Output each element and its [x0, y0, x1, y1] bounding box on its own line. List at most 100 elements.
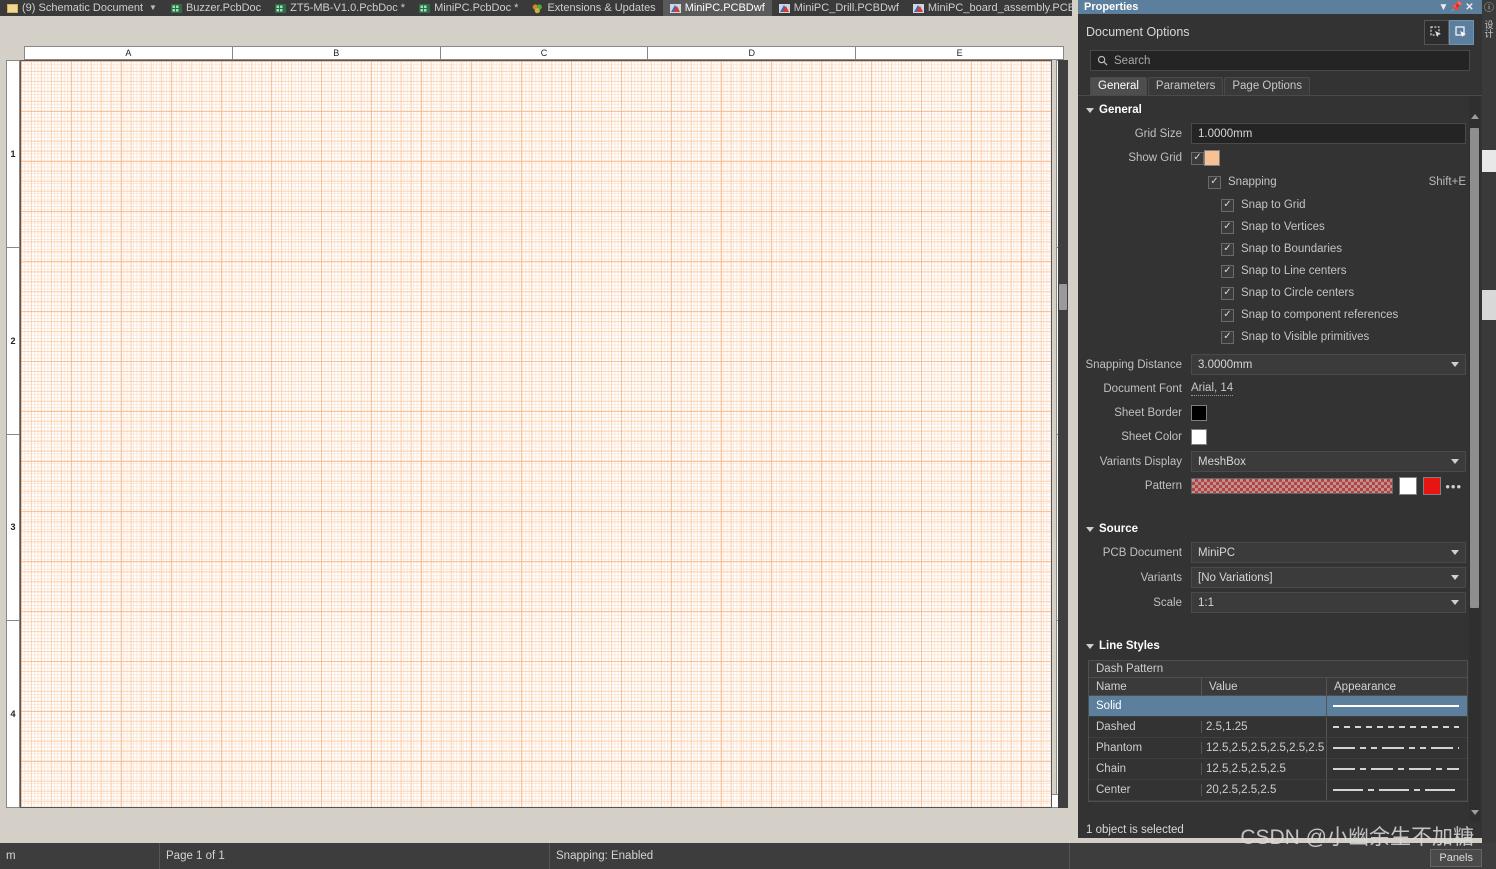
line-style-row[interactable]: Chain12.5,2.5,2.5,2.5 — [1089, 759, 1467, 780]
section-header-line-styles[interactable]: Line Styles — [1078, 632, 1478, 658]
document-tab-label: MiniPC_Drill.PCBDwf — [794, 0, 899, 16]
line-style-row[interactable]: Center20,2.5,2.5,2.5 — [1089, 780, 1467, 801]
pattern-color-2-swatch[interactable] — [1423, 477, 1441, 495]
snap-option-checkbox[interactable]: ✓ — [1221, 243, 1234, 256]
source-row-label: Variants — [1078, 572, 1191, 584]
scroll-down-arrow-icon[interactable] — [1471, 810, 1479, 815]
document-tab-bar[interactable]: (9) Schematic Document▼Buzzer.PcbDoc ZT5-… — [0, 0, 1072, 16]
document-tab-7[interactable]: MiniPC_board_assembly.PCBDwf — [906, 0, 1072, 16]
snap-option-checkbox[interactable]: ✓ — [1221, 309, 1234, 322]
snap-option-checkbox[interactable]: ✓ — [1221, 331, 1234, 344]
document-tab-1[interactable]: Buzzer.PcbDoc — [164, 0, 268, 16]
snap-option-label: Snap to component references — [1241, 309, 1398, 321]
document-font-value[interactable]: Arial, 14 — [1191, 382, 1233, 396]
select-document-button[interactable] — [1449, 20, 1474, 45]
cursor-doc-icon — [1455, 26, 1468, 39]
properties-tab-general[interactable]: General — [1090, 77, 1147, 95]
section-header-source[interactable]: Source — [1078, 515, 1478, 541]
ruler-top-tick: E — [856, 47, 1063, 59]
line-style-row[interactable]: Solid — [1089, 696, 1467, 717]
document-tab-4[interactable]: Extensions & Updates — [525, 0, 662, 16]
properties-tab-page-options[interactable]: Page Options — [1224, 77, 1310, 95]
search-input[interactable] — [1114, 55, 1463, 67]
line-style-row[interactable]: Phantom12.5,2.5,2.5,2.5,2.5,2.5 — [1089, 738, 1467, 759]
line-style-row[interactable]: Dashed2.5,1.25 — [1089, 717, 1467, 738]
source-row-dropdown[interactable]: 1:1 — [1191, 592, 1466, 613]
extensions-icon — [532, 3, 543, 14]
document-tab-3[interactable]: MiniPC.PcbDoc * — [412, 0, 525, 16]
section-title: Source — [1099, 523, 1138, 535]
snap-option-checkbox[interactable]: ✓ — [1221, 265, 1234, 278]
properties-vertical-scrollbar[interactable] — [1469, 96, 1480, 821]
document-tab-2[interactable]: ZT5-MB-V1.0.PcbDoc * — [268, 0, 412, 16]
grid-size-row: Grid Size 1.0000mm — [1078, 122, 1478, 145]
document-tab-label: ZT5-MB-V1.0.PcbDoc * — [290, 0, 405, 16]
line-style-appearance — [1326, 738, 1467, 758]
properties-tab-strip[interactable]: GeneralParametersPage Options — [1078, 78, 1482, 96]
collapse-triangle-icon — [1086, 527, 1094, 532]
snap-option-row: ✓ Snap to Grid — [1078, 195, 1478, 215]
sheet-border-label: Sheet Border — [1078, 407, 1191, 419]
right-edge-panel-strip[interactable]: ⓘ 设计 — [1482, 0, 1496, 869]
snapping-distance-row: Snapping Distance 3.0000mm — [1078, 353, 1478, 376]
source-row-label: Scale — [1078, 597, 1191, 609]
line-style-appearance — [1326, 780, 1467, 800]
edge-strip-highlight — [1482, 150, 1496, 172]
document-tab-0[interactable]: (9) Schematic Document▼ — [0, 0, 164, 16]
properties-scroll-thumb[interactable] — [1470, 128, 1479, 608]
chevron-down-icon[interactable]: ▼ — [1437, 2, 1450, 13]
drawing-sheet[interactable] — [20, 60, 1052, 808]
pin-icon[interactable]: 📌 — [1450, 2, 1463, 13]
panels-button[interactable]: Panels — [1430, 849, 1482, 867]
document-font-row: Document Font Arial, 14 — [1078, 378, 1478, 400]
snap-option-checkbox[interactable]: ✓ — [1221, 221, 1234, 234]
canvas-scroll-thumb[interactable] — [1059, 284, 1067, 310]
properties-tab-parameters[interactable]: Parameters — [1148, 77, 1223, 95]
section-title: Line Styles — [1099, 640, 1160, 652]
line-style-preview — [1333, 703, 1459, 709]
snapping-distance-dropdown[interactable]: 3.0000mm — [1191, 354, 1466, 375]
snap-option-label: Snap to Grid — [1241, 199, 1306, 211]
column-header-appearance: Appearance — [1326, 678, 1467, 695]
snapping-checkbox[interactable]: ✓ — [1208, 176, 1221, 189]
section-title: General — [1099, 104, 1142, 116]
grid-size-label: Grid Size — [1078, 128, 1191, 140]
pcb-icon — [275, 3, 286, 14]
sheet-border-color-swatch[interactable] — [1191, 405, 1207, 421]
grid-size-input[interactable]: 1.0000mm — [1191, 123, 1466, 144]
line-style-name: Center — [1089, 784, 1201, 796]
source-row-dropdown[interactable]: [No Variations] — [1191, 567, 1466, 588]
variants-display-dropdown[interactable]: MeshBox — [1191, 451, 1466, 472]
search-box[interactable] — [1090, 50, 1470, 71]
line-style-name: Chain — [1089, 763, 1201, 775]
canvas-vertical-scrollbar[interactable] — [1058, 60, 1068, 808]
document-tab-6[interactable]: MiniPC_Drill.PCBDwf — [772, 0, 906, 16]
source-rows: PCB DocumentMiniPCVariants[No Variations… — [1078, 541, 1478, 614]
draftsman-icon — [913, 3, 924, 14]
snap-option-checkbox[interactable]: ✓ — [1221, 287, 1234, 300]
grid-color-swatch[interactable] — [1204, 150, 1220, 166]
document-tab-5[interactable]: MiniPC.PCBDwf — [663, 0, 772, 16]
snap-option-checkbox[interactable]: ✓ — [1221, 199, 1234, 212]
pattern-more-button[interactable]: ••• — [1441, 479, 1466, 494]
section-header-general[interactable]: General — [1078, 96, 1478, 122]
pattern-color-1-swatch[interactable] — [1399, 477, 1417, 495]
source-row-dropdown[interactable]: MiniPC — [1191, 542, 1466, 563]
dash-pattern-title: Dash Pattern — [1089, 661, 1467, 678]
variants-display-value: MeshBox — [1198, 456, 1246, 468]
chevron-down-icon[interactable]: ▼ — [149, 0, 157, 16]
select-all-objects-button[interactable] — [1424, 20, 1449, 45]
scroll-up-arrow-icon[interactable] — [1471, 114, 1479, 119]
application-window: (9) Schematic Document▼Buzzer.PcbDoc ZT5-… — [0, 0, 1496, 869]
close-icon[interactable]: ✕ — [1463, 2, 1476, 13]
watermark-text: CSDN @小幽余生不加糖 — [1240, 821, 1474, 851]
line-style-value: 12.5,2.5,2.5,2.5,2.5,2.5 — [1201, 742, 1326, 754]
help-icon[interactable]: ⓘ — [1484, 4, 1494, 14]
pattern-preview[interactable] — [1191, 478, 1393, 494]
status-unit: m — [0, 843, 160, 869]
sheet-color-swatch[interactable] — [1191, 429, 1207, 445]
show-grid-checkbox[interactable]: ✓ — [1191, 152, 1204, 165]
ruler-left: 1234 — [6, 60, 20, 808]
draftsman-editor-canvas[interactable]: ABCDE 1234 1234 ABCDE — [0, 16, 1072, 833]
edge-strip-label[interactable]: 设计 — [1483, 20, 1496, 38]
